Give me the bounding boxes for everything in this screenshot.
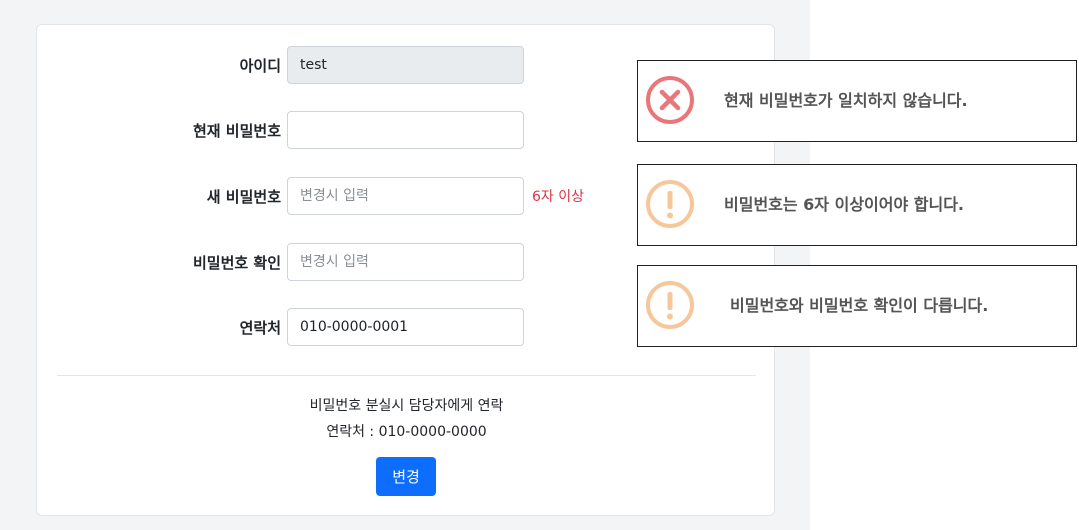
support-contact-note: 연락처 : 010-0000-0000 [326,424,487,440]
alert-message: 현재 비밀번호가 일치하지 않습니다. [724,91,968,110]
id-label: 아이디 [239,57,281,75]
new-password-field[interactable] [287,177,524,215]
divider [57,375,756,376]
lost-password-note: 비밀번호 분실시 담당자에게 연락 [309,398,504,414]
alert-message: 비밀번호와 비밀번호 확인이 다릅니다. [730,296,989,315]
current-password-field[interactable] [287,111,524,149]
change-button[interactable]: 변경 [376,457,436,496]
new-password-hint: 6자 이상 [532,189,584,205]
confirm-password-label: 비밀번호 확인 [192,254,281,272]
warning-exclamation-icon [646,180,694,228]
alert-password-mismatch-current: 현재 비밀번호가 일치하지 않습니다. [637,60,1077,142]
error-x-icon [646,76,694,124]
contact-field[interactable] [287,308,524,346]
id-field [287,46,524,84]
alert-password-length: 비밀번호는 6자 이상이어야 합니다. [637,164,1077,246]
warning-exclamation-icon [646,281,694,329]
current-password-label: 현재 비밀번호 [192,122,281,140]
alert-message: 비밀번호는 6자 이상이어야 합니다. [724,195,965,214]
new-password-label: 새 비밀번호 [206,188,281,206]
confirm-password-field[interactable] [287,243,524,281]
alert-password-confirm-mismatch: 비밀번호와 비밀번호 확인이 다릅니다. [637,265,1077,347]
contact-label: 연락처 [239,319,281,337]
